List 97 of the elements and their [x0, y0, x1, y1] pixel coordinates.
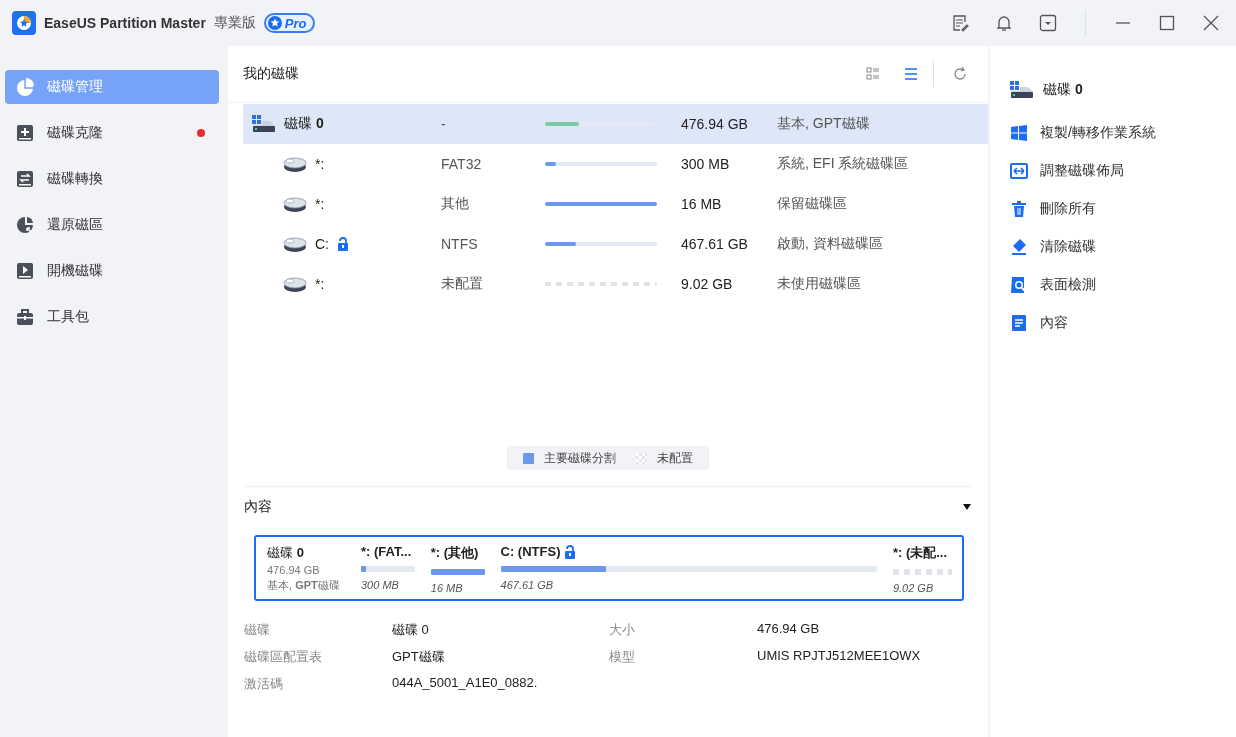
property-value: UMIS RPJTJ512MEE1OWX	[757, 648, 922, 665]
type-text: 啟動, 資料磁碟區	[777, 235, 883, 253]
disk-name: 磁碟 0	[267, 544, 305, 562]
size-text: 16 MB	[681, 196, 723, 212]
disk-row[interactable]: 磁碟 0 - 476.94 GB 基本, GPT磁碟	[243, 104, 988, 144]
type-text: 保留磁碟區	[777, 195, 847, 213]
sidebar-item[interactable]: 開機磁碟	[5, 254, 219, 288]
action-item[interactable]: 內容	[1010, 304, 1068, 342]
minimize-icon	[1116, 22, 1130, 24]
partition-size: 16 MB	[430, 582, 464, 594]
row-name: 磁碟 0	[284, 115, 324, 133]
row-name: *:	[315, 156, 325, 172]
row-name: *:	[315, 276, 325, 292]
grid-view-icon	[866, 67, 880, 81]
partition-name: *: (FAT...	[361, 544, 412, 559]
filesystem-text: 未配置	[441, 275, 484, 293]
trash-icon	[1010, 200, 1028, 218]
disk-plus-icon	[16, 124, 34, 142]
disk-map-card[interactable]: 磁碟 0 476.94 GB 基本, GPT磁碟 *: (FAT... 300 MB *: (其他) 16 MB C: (NTFS) 467.61 GB *: (未配... 9.02 GB	[254, 535, 964, 601]
unlocked-icon	[564, 544, 577, 559]
disk-icon	[252, 115, 276, 133]
sidebar-item[interactable]: 工具包	[5, 300, 219, 334]
section-title: 內容	[244, 498, 272, 516]
partition-row[interactable]: *: 其他 16 MB 保留磁碟區	[243, 184, 988, 224]
action-item[interactable]: 清除磁碟	[1010, 228, 1096, 266]
filesystem-text: FAT32	[441, 156, 483, 172]
action-item[interactable]: 刪除所有	[1010, 190, 1096, 228]
property-value: 044A_5001_A1E0_0882.	[392, 675, 539, 692]
legend-swatch	[636, 452, 647, 464]
app-name: EaseUS Partition Master	[44, 15, 206, 31]
property-value: GPT磁碟	[392, 648, 446, 666]
partition-row[interactable]: C: NTFS 467.61 GB 啟動, 資料磁碟區	[243, 224, 988, 264]
filesystem-text: 其他	[441, 195, 470, 213]
partition-size: 9.02 GB	[892, 582, 935, 594]
partition-icon	[283, 195, 307, 213]
property-label: 激活碼	[244, 675, 284, 693]
action-item[interactable]: 複製/轉移作業系統	[1010, 114, 1156, 152]
type-text: 基本, GPT磁碟	[777, 115, 870, 133]
windows-icon	[1010, 124, 1028, 142]
sidebar-item[interactable]: 磁碟克隆	[5, 116, 219, 150]
legend-label: 未配置	[657, 449, 693, 467]
eraser-icon	[1010, 238, 1028, 256]
refresh-icon	[952, 66, 968, 82]
row-name: C:	[315, 236, 329, 252]
partition-row[interactable]: *: 未配置 9.02 GB 未使用磁碟區	[243, 264, 988, 304]
size-text: 9.02 GB	[681, 276, 734, 292]
property-label: 磁碟區配置表	[244, 648, 323, 666]
property-value: 476.94 GB	[757, 621, 821, 638]
property-label: 大小	[609, 621, 636, 639]
caret-icon[interactable]	[962, 503, 972, 511]
partition-icon	[283, 235, 307, 253]
close-icon	[1202, 14, 1220, 32]
property-value: 磁碟 0	[392, 621, 430, 639]
unlocked-icon	[337, 237, 349, 251]
partition-row[interactable]: *: FAT32 300 MB 系統, EFI 系統磁碟區	[243, 144, 988, 184]
property-label: 磁碟	[244, 621, 271, 639]
row-name: *:	[315, 196, 325, 212]
action-item[interactable]: 調整磁碟佈局	[1010, 152, 1124, 190]
size-text: 476.94 GB	[681, 116, 749, 132]
partition-icon	[283, 155, 307, 173]
list-view-icon	[904, 67, 918, 81]
toolbox-icon	[16, 308, 34, 326]
app-logo	[12, 11, 36, 35]
panel-title: 我的磁碟	[243, 65, 300, 83]
type-text: 系統, EFI 系統磁碟區	[777, 155, 909, 173]
size-text: 300 MB	[681, 156, 731, 172]
disk-arrows-icon	[16, 170, 34, 188]
type-text: 未使用磁碟區	[777, 275, 861, 293]
selected-disk-name: 磁碟 0	[1043, 81, 1083, 99]
legend-swatch	[523, 452, 534, 464]
property-label: 模型	[609, 648, 636, 666]
partition-name: C: (NTFS)	[500, 544, 561, 559]
partition-size: 300 MB	[361, 579, 400, 591]
dropdown-icon	[1039, 14, 1057, 32]
disk-icon	[1010, 81, 1034, 99]
edition-label: 專業版	[213, 14, 256, 32]
sidebar-item[interactable]: 磁碟轉換	[5, 162, 219, 196]
filesystem-text: -	[441, 116, 447, 132]
pie-chart-icon	[16, 78, 34, 96]
partition-icon	[283, 275, 307, 293]
size-text: 467.61 GB	[681, 236, 749, 252]
legend-label: 主要磁碟分割	[544, 449, 616, 467]
partition-name: *: (其他)	[430, 544, 479, 562]
note-edit-icon	[951, 14, 969, 32]
disk-type: 基本, GPT磁碟	[267, 578, 341, 593]
partition-size: 467.61 GB	[500, 579, 555, 591]
maximize-icon	[1158, 14, 1176, 32]
sidebar-item[interactable]: 還原磁區	[5, 208, 219, 242]
resize-icon	[1010, 162, 1028, 180]
document-icon	[1010, 314, 1028, 332]
disk-play-icon	[16, 262, 34, 280]
pie-arrow-icon	[16, 216, 34, 234]
action-item[interactable]: 表面檢測	[1010, 266, 1096, 304]
filesystem-text: NTFS	[441, 236, 479, 252]
disk-size: 476.94 GB	[267, 564, 321, 576]
pro-badge: Pro	[263, 13, 315, 33]
partition-name: *: (未配...	[892, 544, 948, 562]
